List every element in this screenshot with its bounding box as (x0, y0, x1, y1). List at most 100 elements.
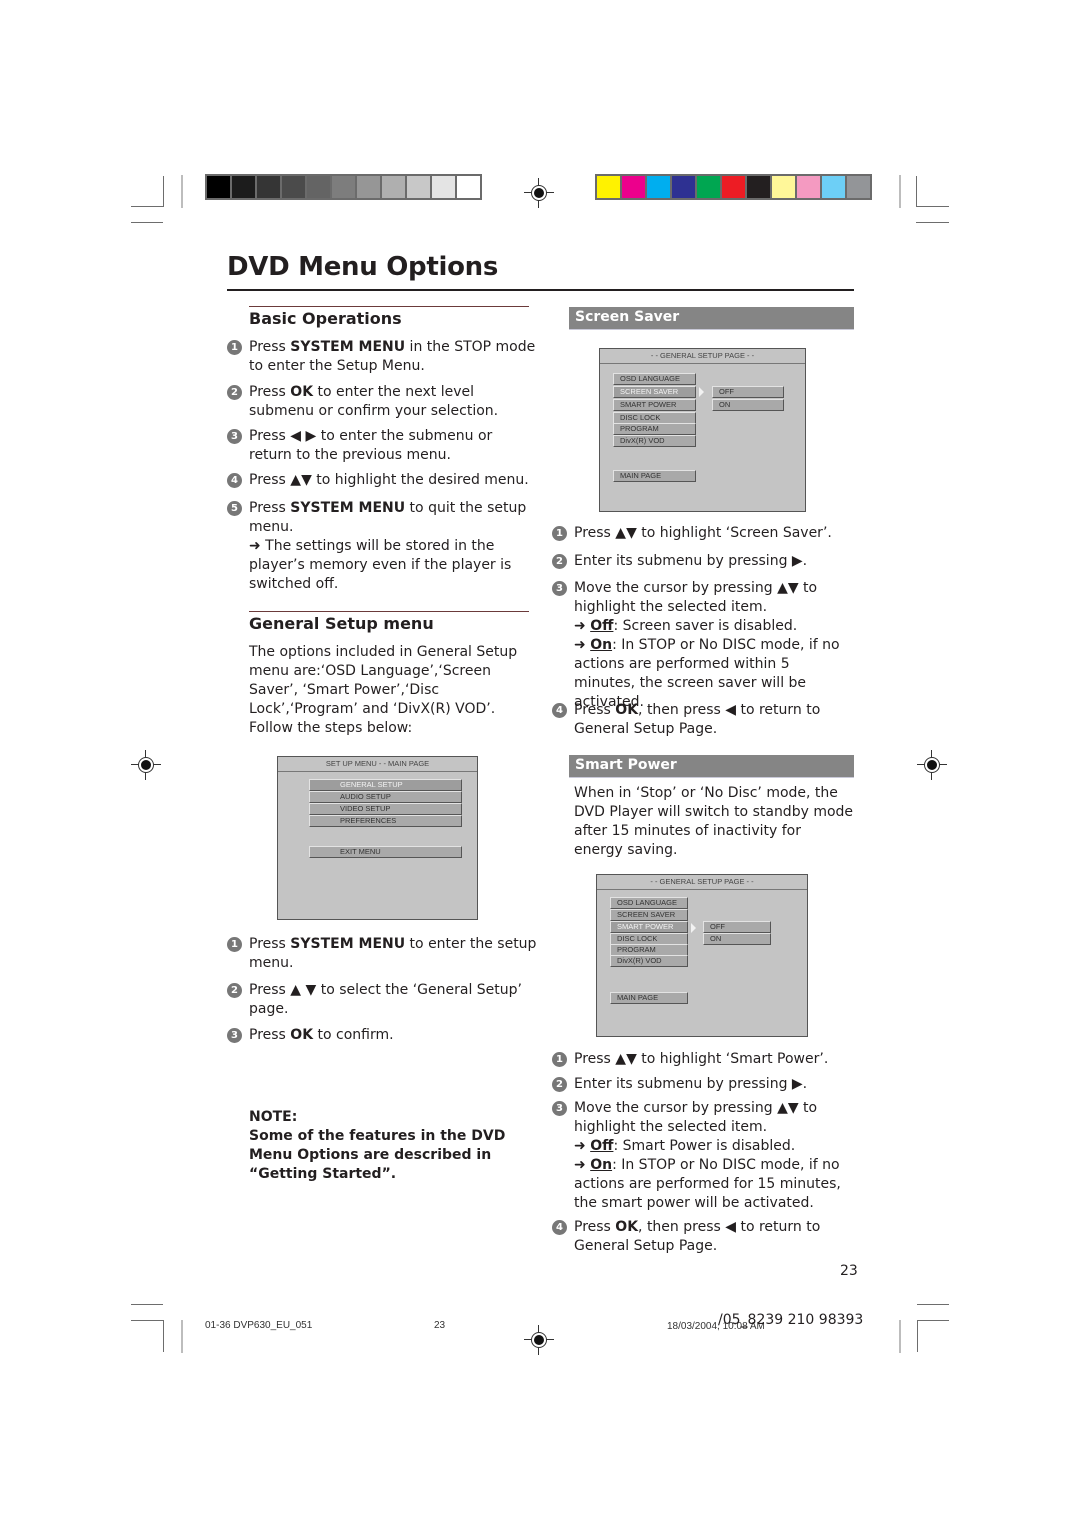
osd-exit-menu[interactable]: EXIT MENU (309, 846, 462, 858)
step-text: Press (249, 936, 291, 952)
step-number: 5 (227, 501, 242, 516)
gray-swatch (382, 176, 405, 198)
step-text: to confirm. (313, 1027, 394, 1043)
registration-mark-icon (131, 750, 161, 780)
color-swatch (747, 176, 770, 198)
screen-saver-step-2: 2 Enter its submenu by pressing ▶. (552, 552, 874, 571)
option-label-on: On (590, 1157, 613, 1173)
osd-item-general-setup[interactable]: GENERAL SETUP (309, 779, 462, 791)
osd-item-osd-language[interactable]: OSD LANGUAGE (610, 897, 688, 909)
screen-saver-heading-band: Screen Saver (569, 307, 854, 330)
step-text: Press ▲▼ to highlight ‘Screen Saver’. (574, 525, 832, 541)
page-number: 23 (840, 1263, 858, 1279)
basic-operations-heading: Basic Operations (249, 309, 402, 328)
smart-power-step-1: 1 Press ▲▼ to highlight ‘Smart Power’. (552, 1050, 874, 1069)
key-label: OK (615, 702, 639, 718)
general-setup-intro: The options included in General Setup me… (249, 644, 518, 717)
osd-option-on[interactable]: ON (703, 933, 771, 945)
osd-main-page[interactable]: MAIN PAGE (613, 470, 696, 482)
gray-swatch (307, 176, 330, 198)
setup-main-page-screen: SET UP MENU - - MAIN PAGE GENERAL SETUP … (277, 756, 478, 920)
step-number: 1 (552, 526, 567, 541)
note-text: Some of the features in the DVD Menu Opt… (249, 1128, 506, 1182)
step-number: 3 (552, 581, 567, 596)
step-text: Press (249, 339, 291, 355)
registration-mark-icon (917, 750, 947, 780)
step-text: Enter its submenu by pressing ▶. (574, 553, 808, 569)
osd-item-divx-vod[interactable]: DivX(R) VOD (613, 435, 696, 447)
basic-step-4: 4 Press ▲▼ to highlight the desired menu… (227, 471, 559, 490)
color-swatch (847, 176, 870, 198)
osd-item-preferences[interactable]: PREFERENCES (309, 815, 462, 827)
crop-mark (163, 176, 164, 207)
option-desc-on: : In STOP or No DISC mode, if no actions… (574, 637, 840, 710)
osd-main-page[interactable]: MAIN PAGE (610, 992, 688, 1004)
page-title: DVD Menu Options (227, 252, 499, 282)
footer-code: /05_8239 210 98393 (718, 1312, 864, 1328)
note-label: NOTE: (249, 1109, 298, 1125)
basic-step-1: 1 Press SYSTEM MENU in the STOP mode to … (227, 338, 539, 376)
general-setup-follow: Follow the steps below: (249, 720, 413, 736)
step-number: 1 (552, 1052, 567, 1067)
osd-item-video-setup[interactable]: VIDEO SETUP (309, 803, 462, 815)
gray-swatch (457, 176, 480, 198)
gray-swatch (207, 176, 230, 198)
step-text: Enter its submenu by pressing ▶. (574, 1076, 808, 1092)
step-text: Press ◀ ▶ to enter the submenu or return… (249, 428, 493, 463)
general-step-1: 1 Press SYSTEM MENU to enter the setup m… (227, 935, 539, 973)
gray-swatch (407, 176, 430, 198)
step-text: Press ▲▼ to highlight ‘Smart Power’. (574, 1051, 829, 1067)
color-swatch (722, 176, 745, 198)
key-label: SYSTEM MENU (290, 936, 406, 952)
color-calibration-bar (595, 174, 872, 200)
osd-item-audio-setup[interactable]: AUDIO SETUP (309, 791, 462, 803)
crop-mark (131, 1304, 163, 1305)
screen-saver-step-3: 3 Move the cursor by pressing ▲▼ to high… (552, 579, 854, 712)
osd-title: SET UP MENU - - MAIN PAGE (278, 757, 477, 772)
step-number: 2 (552, 554, 567, 569)
title-divider (227, 289, 854, 291)
step-text: Move the cursor by pressing ▲▼ to highli… (574, 580, 818, 615)
step-text: Press (249, 500, 291, 516)
color-swatch (697, 176, 720, 198)
color-swatch (822, 176, 845, 198)
grayscale-calibration-bar (205, 174, 482, 200)
smart-power-intro: When in ‘Stop’ or ‘No Disc’ mode, the DV… (574, 785, 854, 858)
key-label: SYSTEM MENU (290, 500, 406, 516)
key-label: OK (290, 1027, 314, 1043)
osd-item-screen-saver[interactable]: SCREEN SAVER (610, 909, 688, 921)
osd-item-osd-language[interactable]: OSD LANGUAGE (613, 373, 696, 385)
crop-mark (916, 222, 949, 223)
color-swatch (797, 176, 820, 198)
smart-power-heading-band: Smart Power (569, 755, 854, 778)
step-number: 3 (227, 1028, 242, 1043)
step-number: 2 (552, 1077, 567, 1092)
screen-saver-heading: Screen Saver (575, 309, 680, 325)
osd-item-smart-power[interactable]: SMART POWER (613, 399, 696, 411)
step-number: 2 (227, 983, 242, 998)
screen-saver-osd: - - GENERAL SETUP PAGE - - OSD LANGUAGE … (599, 348, 806, 512)
osd-option-off[interactable]: OFF (712, 386, 784, 398)
osd-option-off[interactable]: OFF (703, 921, 771, 933)
section-divider (249, 611, 529, 612)
step-number: 1 (227, 937, 242, 952)
osd-item-screen-saver[interactable]: SCREEN SAVER (613, 386, 696, 398)
step-text: Press (249, 1027, 291, 1043)
osd-option-on[interactable]: ON (712, 399, 784, 411)
osd-title: - - GENERAL SETUP PAGE - - (597, 875, 807, 890)
osd-item-smart-power[interactable]: SMART POWER (610, 921, 688, 933)
osd-item-program[interactable]: PROGRAM (613, 423, 696, 435)
submenu-arrow-icon (699, 387, 704, 397)
osd-item-divx-vod[interactable]: DivX(R) VOD (610, 955, 688, 967)
registration-mark-icon (524, 178, 554, 208)
option-desc-off: : Smart Power is disabled. (613, 1138, 796, 1154)
crop-mark (917, 1320, 918, 1352)
crop-mark (916, 176, 917, 207)
gray-swatch (332, 176, 355, 198)
crop-mark (899, 175, 901, 208)
crop-mark (131, 1320, 163, 1321)
step-text: Press ▲ ▼ to select the ‘General Setup’ … (249, 982, 522, 1017)
basic-step-3: 3 Press ◀ ▶ to enter the submenu or retu… (227, 427, 539, 465)
crop-mark (163, 1320, 164, 1352)
option-desc-off: : Screen saver is disabled. (613, 618, 798, 634)
